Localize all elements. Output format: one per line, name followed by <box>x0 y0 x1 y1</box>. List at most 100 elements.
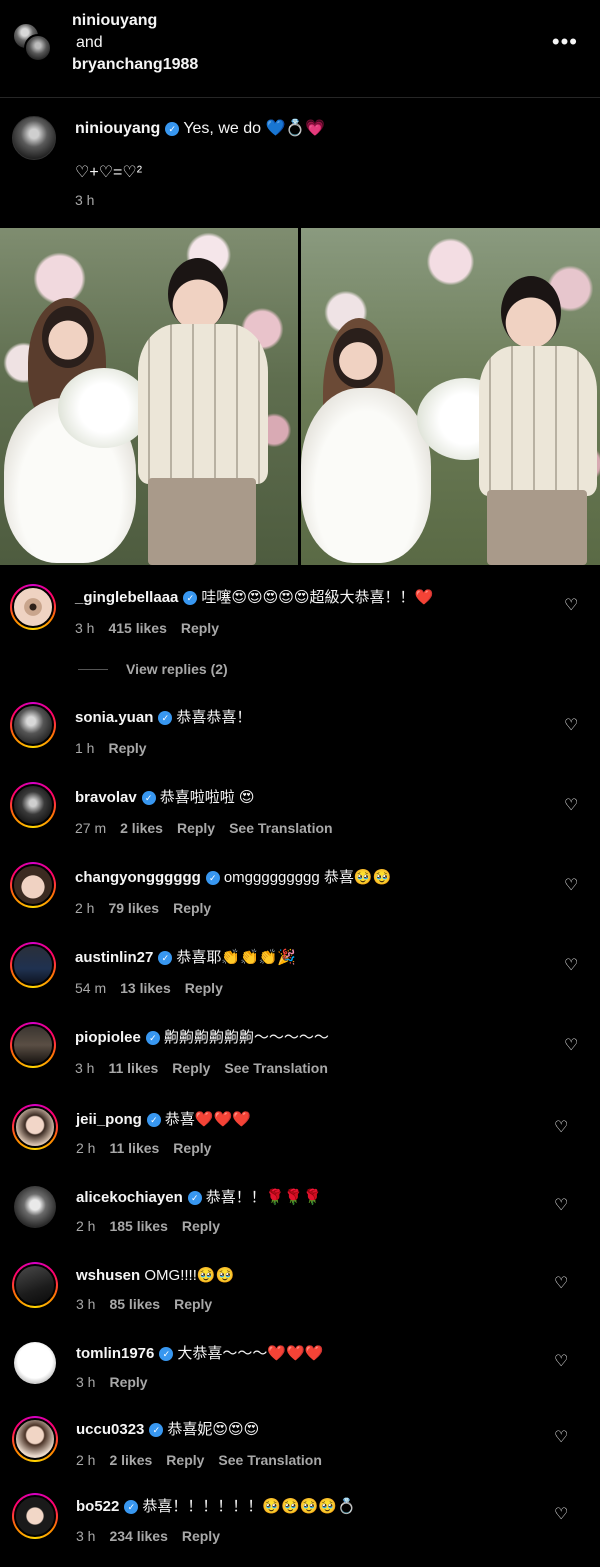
comment-likes[interactable]: 11 likes <box>108 1060 158 1076</box>
avatar[interactable] <box>24 34 52 62</box>
comment-likes[interactable]: 2 likes <box>109 1452 152 1468</box>
verified-badge-icon: ✓ <box>205 871 220 885</box>
wedding-photo-2[interactable] <box>301 228 600 565</box>
view-replies-button[interactable]: View replies (2) <box>78 661 228 677</box>
see-translation-button[interactable]: See Translation <box>218 1452 321 1468</box>
comment-username[interactable]: changyongggggg <box>75 869 201 886</box>
comment-time: 2 h <box>76 1218 96 1234</box>
comment-username[interactable]: austinlin27 <box>75 949 153 966</box>
comment-username[interactable]: piopiolee <box>75 1029 141 1046</box>
comment-username[interactable]: sonia.yuan <box>75 709 153 726</box>
verified-badge-icon: ✓ <box>145 1031 160 1045</box>
username-link[interactable]: niniouyang <box>72 10 198 32</box>
reply-button[interactable]: Reply <box>174 1296 212 1312</box>
comment-time: 2 h <box>76 1140 96 1156</box>
verified-badge-icon: ✓ <box>187 1191 202 1205</box>
reply-button[interactable]: Reply <box>173 900 211 916</box>
username-link[interactable]: bryanchang1988 <box>72 54 198 76</box>
reply-button[interactable]: Reply <box>185 980 223 996</box>
heart-outline-icon[interactable]: ♡ <box>554 1120 568 1136</box>
comment-line: austinlin27 ✓ 恭喜耶👏👏👏🎉 <box>75 948 296 968</box>
avatar[interactable] <box>12 1416 58 1462</box>
avatar[interactable] <box>12 116 56 160</box>
comment-time: 3 h <box>76 1296 96 1312</box>
comment-likes[interactable]: 11 likes <box>109 1140 159 1156</box>
comment-likes[interactable]: 79 likes <box>108 900 159 916</box>
see-translation-button[interactable]: See Translation <box>224 1060 327 1076</box>
comment-text: 恭喜！！！！！！🥹🥹🥹🥹💍 <box>142 1498 356 1515</box>
avatar[interactable] <box>12 1262 58 1308</box>
view-replies-label: View replies (2) <box>126 661 228 677</box>
comment-text: 恭喜！！🌹🌹🌹 <box>205 1189 322 1206</box>
comment-likes[interactable]: 415 likes <box>108 620 166 636</box>
more-dots-icon[interactable]: ••• <box>552 31 578 53</box>
post-media[interactable] <box>0 228 600 565</box>
heart-outline-icon[interactable]: ♡ <box>554 1507 568 1523</box>
heart-outline-icon[interactable]: ♡ <box>564 958 578 974</box>
comment-likes[interactable]: 13 likes <box>120 980 171 996</box>
comment-username[interactable]: wshusen <box>76 1267 140 1284</box>
comment-text: 恭喜啦啦啦 😍 <box>159 789 255 806</box>
comment-likes[interactable]: 2 likes <box>120 820 163 836</box>
verified-badge-icon: ✓ <box>149 1423 164 1437</box>
caption-timestamp: 3 h <box>75 192 95 208</box>
comment-username[interactable]: uccu0323 <box>76 1421 144 1438</box>
heart-outline-icon[interactable]: ♡ <box>554 1276 568 1292</box>
comment-meta: 2 h 11 likes Reply <box>76 1140 225 1156</box>
comment-username[interactable]: tomlin1976 <box>76 1345 154 1362</box>
avatar[interactable] <box>10 862 56 908</box>
caption-text-2: ♡+♡=♡² <box>75 164 143 181</box>
avatar[interactable] <box>10 942 56 988</box>
avatar[interactable] <box>12 1104 58 1150</box>
reply-button[interactable]: Reply <box>182 1528 220 1544</box>
avatar[interactable] <box>10 702 56 748</box>
post-caption: niniouyang ✓ Yes, we do 💙💍💗 ♡+♡=♡² 3 h <box>0 98 600 228</box>
reply-button[interactable]: Reply <box>109 1374 147 1390</box>
verified-badge-icon: ✓ <box>158 711 173 725</box>
comment-username[interactable]: jeii_pong <box>76 1111 142 1128</box>
comment-username[interactable]: bo522 <box>76 1498 119 1515</box>
caption-username[interactable]: niniouyang <box>75 120 160 137</box>
heart-outline-icon[interactable]: ♡ <box>564 718 578 734</box>
comment-username[interactable]: alicekochiayen <box>76 1189 183 1206</box>
heart-outline-icon[interactable]: ♡ <box>564 598 578 614</box>
comment-likes[interactable]: 234 likes <box>109 1528 167 1544</box>
figure-head <box>168 258 228 330</box>
collab-usernames: niniouyang and bryanchang1988 <box>72 10 198 76</box>
reply-button[interactable]: Reply <box>166 1452 204 1468</box>
wedding-photo-1[interactable] <box>0 228 298 565</box>
comment-likes[interactable]: 85 likes <box>109 1296 160 1312</box>
heart-outline-icon[interactable]: ♡ <box>564 798 578 814</box>
avatar[interactable] <box>12 1340 58 1386</box>
comment-text: 大恭喜～～～❤️❤️❤️ <box>177 1345 324 1362</box>
reply-button[interactable]: Reply <box>172 1060 210 1076</box>
verified-badge-icon: ✓ <box>158 951 173 965</box>
comment-text: 恭喜耶👏👏👏🎉 <box>176 949 297 966</box>
heart-outline-icon[interactable]: ♡ <box>554 1354 568 1370</box>
heart-outline-icon[interactable]: ♡ <box>564 1038 578 1054</box>
comment-likes[interactable]: 185 likes <box>109 1218 167 1234</box>
avatar[interactable] <box>10 782 56 828</box>
reply-button[interactable]: Reply <box>173 1140 211 1156</box>
avatar[interactable] <box>10 584 56 630</box>
avatar[interactable] <box>12 1184 58 1230</box>
comment-line: bo522 ✓ 恭喜！！！！！！🥹🥹🥹🥹💍 <box>76 1497 356 1517</box>
see-translation-button[interactable]: See Translation <box>229 820 332 836</box>
comment-username[interactable]: _ginglebellaaa <box>75 589 178 606</box>
reply-button[interactable]: Reply <box>177 820 215 836</box>
heart-outline-icon[interactable]: ♡ <box>554 1198 568 1214</box>
heart-outline-icon[interactable]: ♡ <box>554 1430 568 1446</box>
comment-time: 1 h <box>75 740 95 756</box>
caption-text: Yes, we do 💙💍💗 <box>183 120 326 137</box>
post-header: niniouyang and bryanchang1988 ••• <box>0 0 600 98</box>
avatar[interactable] <box>10 1022 56 1068</box>
comment-text: 恭喜妮😍😍😍 <box>167 1421 260 1438</box>
reply-button[interactable]: Reply <box>108 740 146 756</box>
comment-username[interactable]: bravolav <box>75 789 137 806</box>
reply-button[interactable]: Reply <box>182 1218 220 1234</box>
avatar[interactable] <box>12 1493 58 1539</box>
collab-avatars[interactable] <box>12 22 56 66</box>
comment-meta: 27 m 2 likes Reply See Translation <box>75 820 347 836</box>
heart-outline-icon[interactable]: ♡ <box>564 878 578 894</box>
reply-button[interactable]: Reply <box>181 620 219 636</box>
